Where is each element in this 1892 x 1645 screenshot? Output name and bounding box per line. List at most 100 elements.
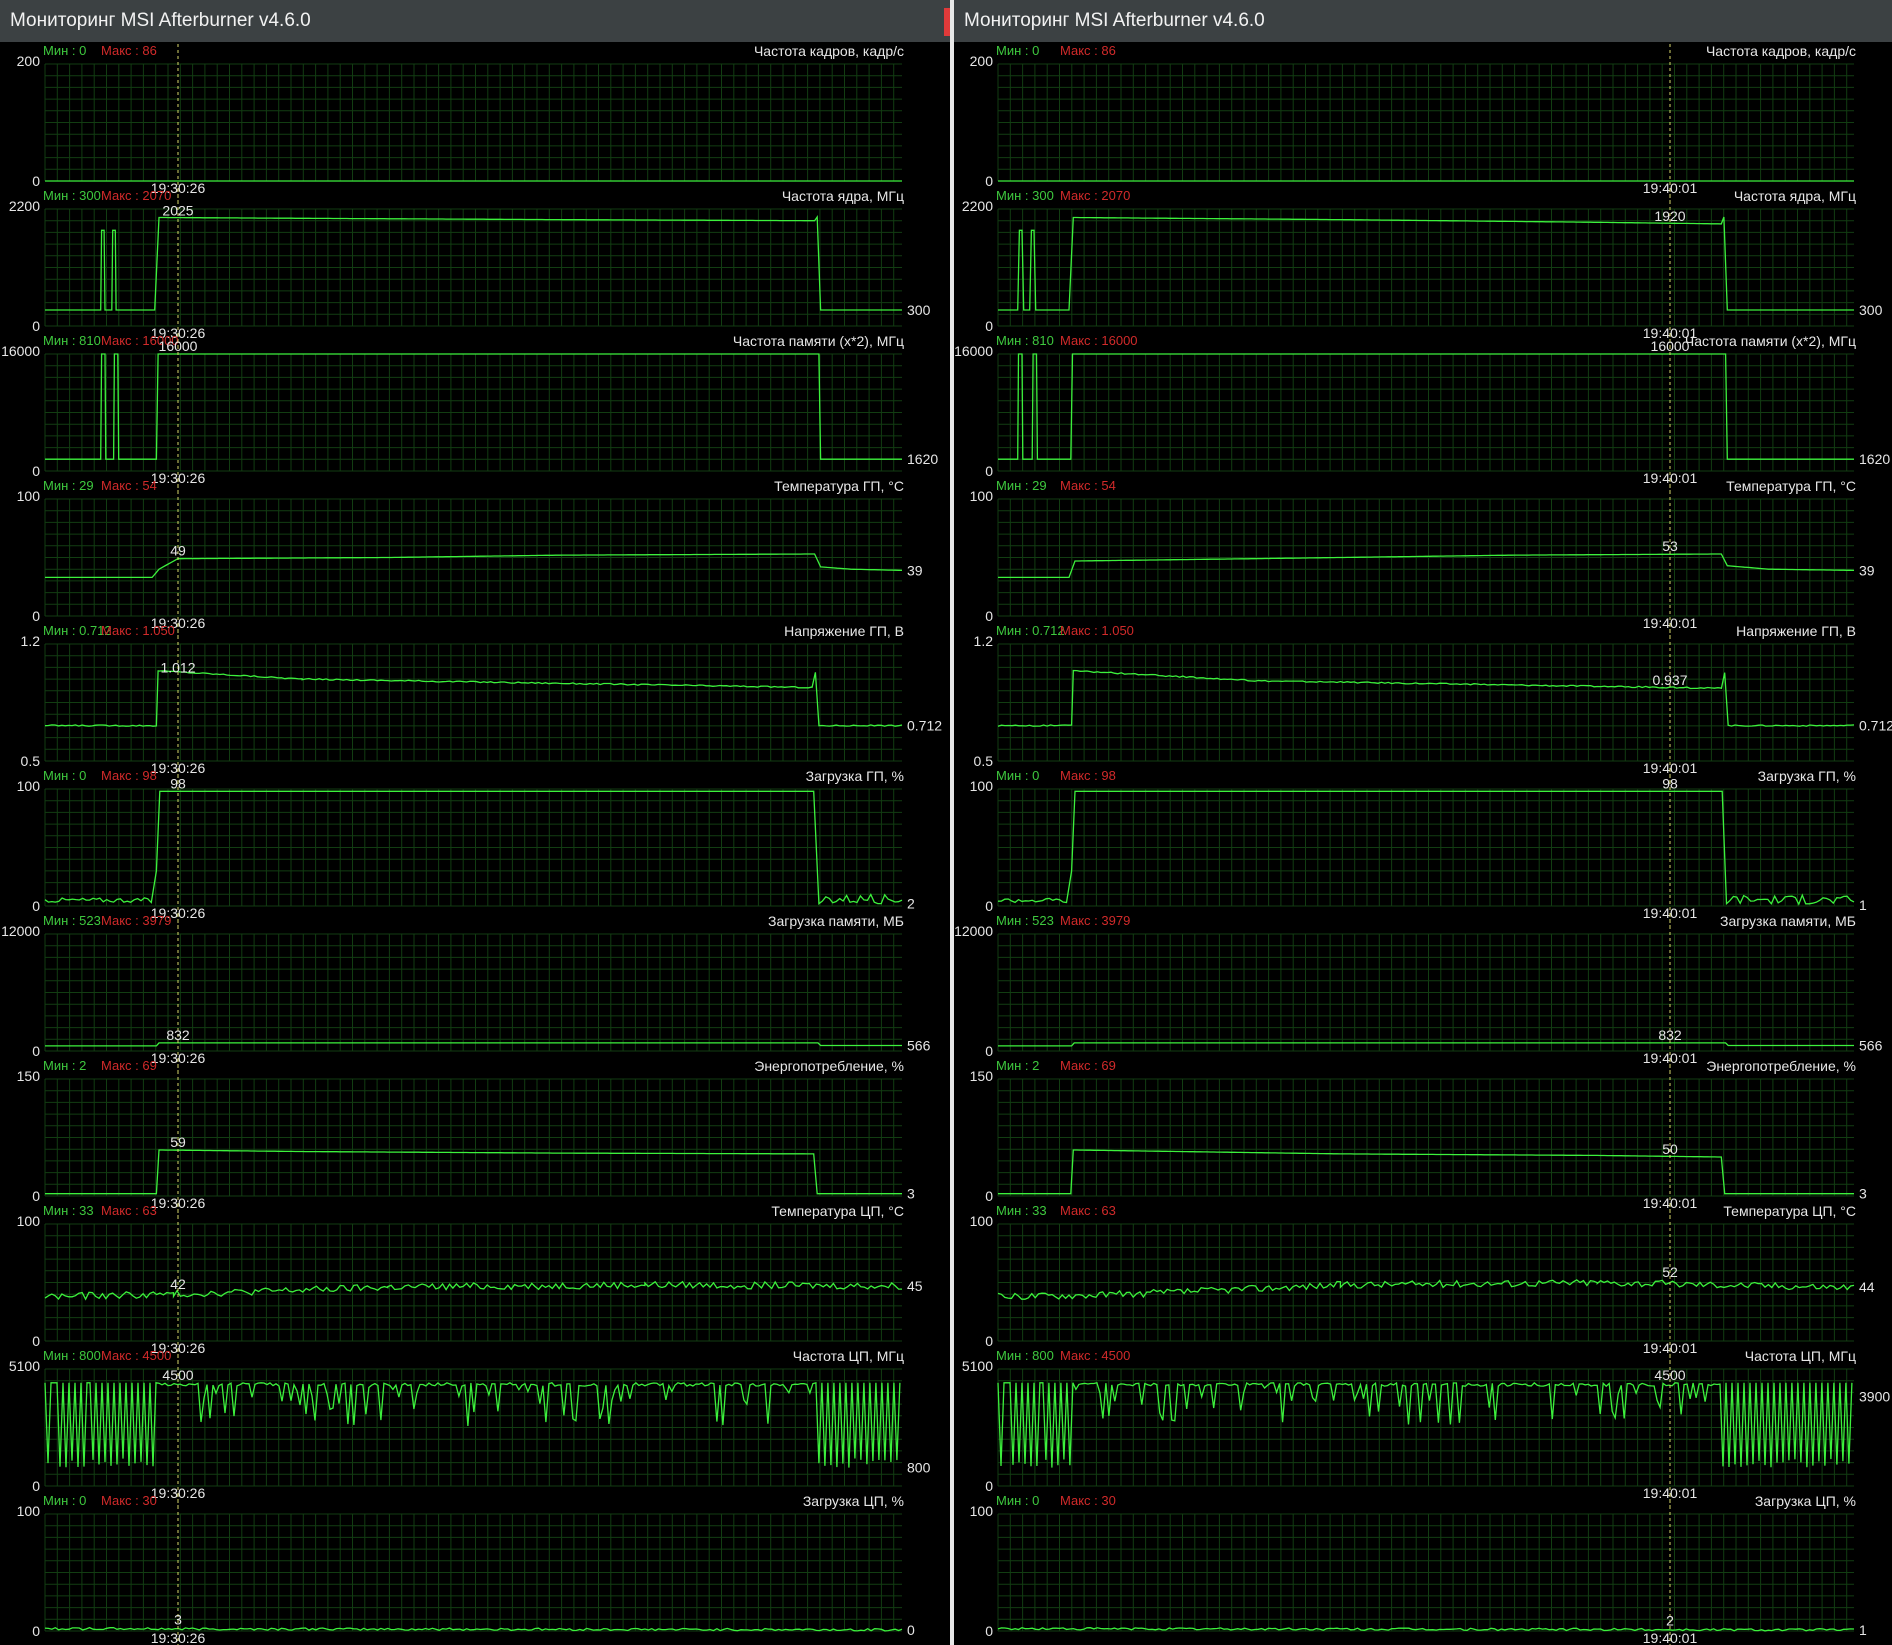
current-value: 3	[1859, 1186, 1867, 1202]
y-top-label: 100	[970, 778, 994, 794]
y-bottom-label: 0	[32, 1333, 40, 1349]
graph-5: Мин : 0 Макс : 98 Загрузка ГП, % 100 0 98 19:4…	[970, 768, 1867, 930]
graph-2: Мин : 810 Макс : 16000 Частота памяти (x*2…	[1, 333, 938, 495]
cursor-time: 19:40:01	[1643, 1340, 1698, 1356]
current-value: 1	[1859, 897, 1867, 913]
series-line	[998, 1149, 1854, 1195]
graph-5: Мин : 0 Макс : 98 Загрузка ГП, %10009819:3…	[17, 768, 915, 930]
graph-10: Мин : 0 Макс : 30 Загрузка ЦП, % 100 0 3 19:30…	[17, 1493, 915, 1645]
graph-6: Мин : 523 Макс : 3979 Загрузка памяти, МБ 1…	[954, 913, 1883, 1075]
current-value: 300	[907, 302, 931, 318]
y-top-label: 12000	[954, 923, 993, 939]
cursor-value: 98	[170, 775, 186, 791]
graph-name: Напряжение ГП, В	[1736, 623, 1856, 639]
graph-name: Напряжение ГП, В	[784, 623, 904, 639]
y-top-label: 16000	[954, 343, 993, 359]
y-top-label: 5100	[962, 1358, 993, 1374]
graph-9: Мин : 800 Макс : 4500 Частота ЦП, МГц51000…	[9, 1348, 931, 1510]
y-top-label: 16000	[1, 343, 40, 359]
series-line	[45, 215, 902, 311]
cursor-time: 19:30:26	[151, 1485, 206, 1501]
current-value: 2	[907, 896, 915, 912]
cursor-value: 832	[1658, 1027, 1682, 1043]
current-value: 3	[907, 1186, 915, 1202]
current-value: 3900	[1859, 1389, 1890, 1405]
cursor-value: 0.937	[1652, 672, 1687, 688]
graph-4: Мин : 0.712Макс : 1.050 Напряжение ГП, В1…	[21, 623, 942, 785]
cursor-value: 52	[1662, 1264, 1678, 1280]
y-top-label: 200	[970, 53, 994, 69]
max-label: Макс : 2070	[1060, 188, 1130, 203]
cursor-time: 19:40:01	[1643, 1630, 1698, 1645]
min-label: Мин : 0	[43, 768, 86, 783]
y-top-label: 100	[17, 488, 41, 504]
graph-4: Мин : 0.712Макс : 1.050 Напряжение ГП, В 1…	[974, 623, 1892, 785]
y-top-label: 100	[970, 488, 994, 504]
max-label: Макс : 2070	[101, 188, 171, 203]
graph-name: Температура ЦП, °C	[771, 1203, 904, 1219]
cursor-value: 2	[1666, 1613, 1674, 1629]
y-top-label: 1.2	[21, 633, 41, 649]
max-label: Макс : 3979	[101, 913, 171, 928]
min-label: Мин : 29	[996, 478, 1047, 493]
y-bottom-label: 0	[32, 1043, 40, 1059]
y-bottom-label: 0	[985, 1478, 993, 1494]
max-label: Макс : 1.050	[1060, 623, 1134, 638]
y-bottom-label: 0	[32, 1188, 40, 1204]
graph-name: Загрузка ЦП, %	[1755, 1493, 1856, 1509]
series-line	[998, 216, 1854, 311]
y-bottom-label: 0	[32, 173, 40, 189]
cursor-time: 19:30:26	[151, 1630, 206, 1645]
min-label: Мин : 0	[996, 1493, 1039, 1508]
graphs-panel-right[interactable]: Мин : 0 Макс : 86 Частота кадров, кадр/с20…	[954, 42, 1892, 1645]
cursor-value: 16000	[1651, 338, 1690, 354]
graph-7: Мин : 2 Макс : 69 Энергопотребление, % 150 0…	[970, 1058, 1867, 1220]
y-top-label: 1.2	[974, 633, 994, 649]
current-value: 1	[1859, 1622, 1867, 1638]
graph-name: Частота ЦП, МГц	[1745, 1348, 1856, 1364]
cursor-time: 19:40:01	[1643, 1195, 1698, 1211]
cursor-time: 19:30:26	[151, 1050, 206, 1066]
y-bottom-label: 0	[985, 1623, 993, 1639]
cursor-time: 19:40:01	[1643, 180, 1698, 196]
max-label: Макс : 54	[101, 478, 157, 493]
max-label: Макс : 69	[101, 1058, 157, 1073]
y-top-label: 2200	[9, 198, 40, 214]
y-top-label: 2200	[962, 198, 993, 214]
max-label: Макс : 3979	[1060, 913, 1130, 928]
max-label: Макс : 4500	[101, 1348, 171, 1363]
max-label: Макс : 4500	[1060, 1348, 1130, 1363]
graph-1: Мин : 300 Макс : 2070 Частота ядра, МГц 220…	[9, 188, 931, 350]
graph-name: Загрузка памяти, МБ	[1720, 913, 1856, 929]
y-top-label: 100	[970, 1213, 994, 1229]
min-label: Мин : 29	[43, 478, 94, 493]
y-top-label: 150	[970, 1068, 994, 1084]
window-title[interactable]: Мониторинг MSI Afterburner v4.6.0	[954, 0, 1892, 42]
graphs-panel-left[interactable]: Мин : 0 Макс : 86 Частота кадров, кадр/с20…	[0, 42, 950, 1645]
y-bottom-label: 0	[985, 173, 993, 189]
cursor-value: 42	[170, 1276, 186, 1292]
cursor-time: 19:40:01	[1643, 905, 1698, 921]
current-value: 0	[907, 1622, 915, 1638]
graph-name: Энергопотребление, %	[1706, 1058, 1856, 1074]
graph-name: Частота кадров, кадр/с	[754, 43, 904, 59]
y-bottom-label: 0	[985, 463, 993, 479]
current-value: 800	[907, 1460, 931, 1476]
graph-name: Частота ЦП, МГц	[793, 1348, 904, 1364]
graph-9: Мин : 800 Макс : 4500 Частота ЦП, МГц51000…	[962, 1348, 1890, 1510]
max-label: Макс : 54	[1060, 478, 1116, 493]
window-title[interactable]: Мониторинг MSI Afterburner v4.6.0	[0, 0, 950, 42]
y-bottom-label: 0	[32, 463, 40, 479]
max-label: Макс : 63	[101, 1203, 157, 1218]
graph-8: Мин : 33 Макс : 63 Температура ЦП, °C 100 0 5…	[970, 1203, 1875, 1365]
min-label: Мин : 0.712	[996, 623, 1065, 638]
min-label: Мин : 810	[43, 333, 101, 348]
current-value: 44	[1859, 1279, 1875, 1295]
cursor-time: 19:30:26	[151, 1195, 206, 1211]
graph-0: Мин : 0 Макс : 86 Частота кадров, кадр/с 20…	[17, 43, 904, 205]
cursor-value: 59	[170, 1134, 186, 1150]
graph-name: Температура ЦП, °C	[1723, 1203, 1856, 1219]
y-bottom-label: 0	[985, 608, 993, 624]
max-label: Макс : 86	[1060, 43, 1116, 58]
min-label: Мин : 0	[996, 768, 1039, 783]
